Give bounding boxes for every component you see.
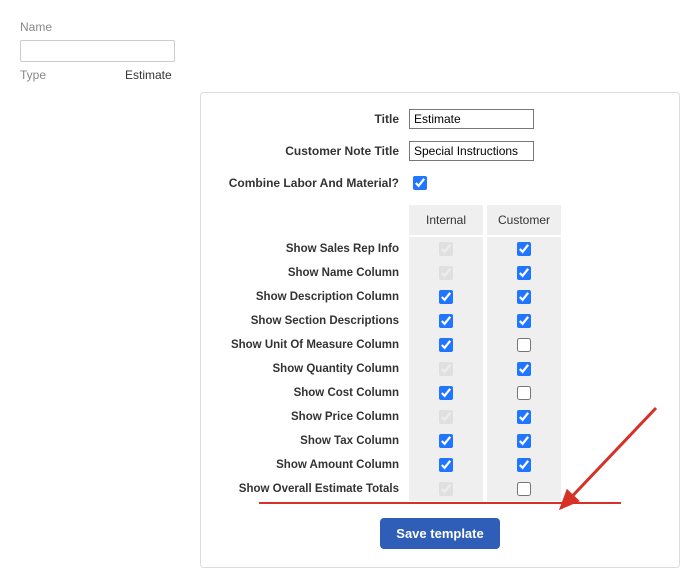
section-desc-customer-checkbox[interactable] <box>517 314 531 328</box>
settings-panel: Title Customer Note Title Combine Labor … <box>200 92 680 568</box>
tax-customer-checkbox[interactable] <box>517 434 531 448</box>
name-label: Name <box>20 20 125 34</box>
name-col-customer-checkbox[interactable] <box>517 266 531 280</box>
row-amount-label: Show Amount Column <box>219 453 409 477</box>
row-cost-label: Show Cost Column <box>219 381 409 405</box>
type-value: Estimate <box>125 68 172 82</box>
row-uom-label: Show Unit Of Measure Column <box>219 333 409 357</box>
uom-customer-checkbox[interactable] <box>517 338 531 352</box>
qty-customer-checkbox[interactable] <box>517 362 531 376</box>
type-label: Type <box>20 68 125 82</box>
totals-internal-checkbox <box>439 482 453 496</box>
amount-internal-checkbox[interactable] <box>439 458 453 472</box>
title-input[interactable] <box>409 109 534 129</box>
options-grid: Internal Customer Show Sales Rep Info Sh… <box>219 205 661 501</box>
tax-internal-checkbox[interactable] <box>439 434 453 448</box>
price-customer-checkbox[interactable] <box>517 410 531 424</box>
totals-customer-checkbox[interactable] <box>517 482 531 496</box>
row-desc-col-label: Show Description Column <box>219 285 409 309</box>
save-template-button[interactable]: Save template <box>380 518 499 549</box>
desc-col-customer-checkbox[interactable] <box>517 290 531 304</box>
price-internal-checkbox <box>439 410 453 424</box>
combine-label: Combine Labor And Material? <box>219 176 409 190</box>
row-section-desc-label: Show Section Descriptions <box>219 309 409 333</box>
row-totals-label: Show Overall Estimate Totals <box>219 477 409 501</box>
section-desc-internal-checkbox[interactable] <box>439 314 453 328</box>
cost-customer-checkbox[interactable] <box>517 386 531 400</box>
qty-internal-checkbox <box>439 362 453 376</box>
col-internal-header: Internal <box>409 205 483 235</box>
row-qty-label: Show Quantity Column <box>219 357 409 381</box>
amount-customer-checkbox[interactable] <box>517 458 531 472</box>
cost-internal-checkbox[interactable] <box>439 386 453 400</box>
row-tax-label: Show Tax Column <box>219 429 409 453</box>
row-name-col-label: Show Name Column <box>219 261 409 285</box>
top-section: Name Type Estimate <box>20 20 668 82</box>
desc-col-internal-checkbox[interactable] <box>439 290 453 304</box>
uom-internal-checkbox[interactable] <box>439 338 453 352</box>
sales-rep-customer-checkbox[interactable] <box>517 242 531 256</box>
row-price-label: Show Price Column <box>219 405 409 429</box>
combine-checkbox[interactable] <box>413 176 427 190</box>
col-customer-header: Customer <box>487 205 561 235</box>
title-label: Title <box>219 112 409 126</box>
row-sales-rep-label: Show Sales Rep Info <box>219 237 409 261</box>
note-title-label: Customer Note Title <box>219 144 409 158</box>
sales-rep-internal-checkbox <box>439 242 453 256</box>
note-title-input[interactable] <box>409 141 534 161</box>
name-col-internal-checkbox <box>439 266 453 280</box>
highlight-underline <box>259 502 621 504</box>
name-input[interactable] <box>20 40 175 62</box>
